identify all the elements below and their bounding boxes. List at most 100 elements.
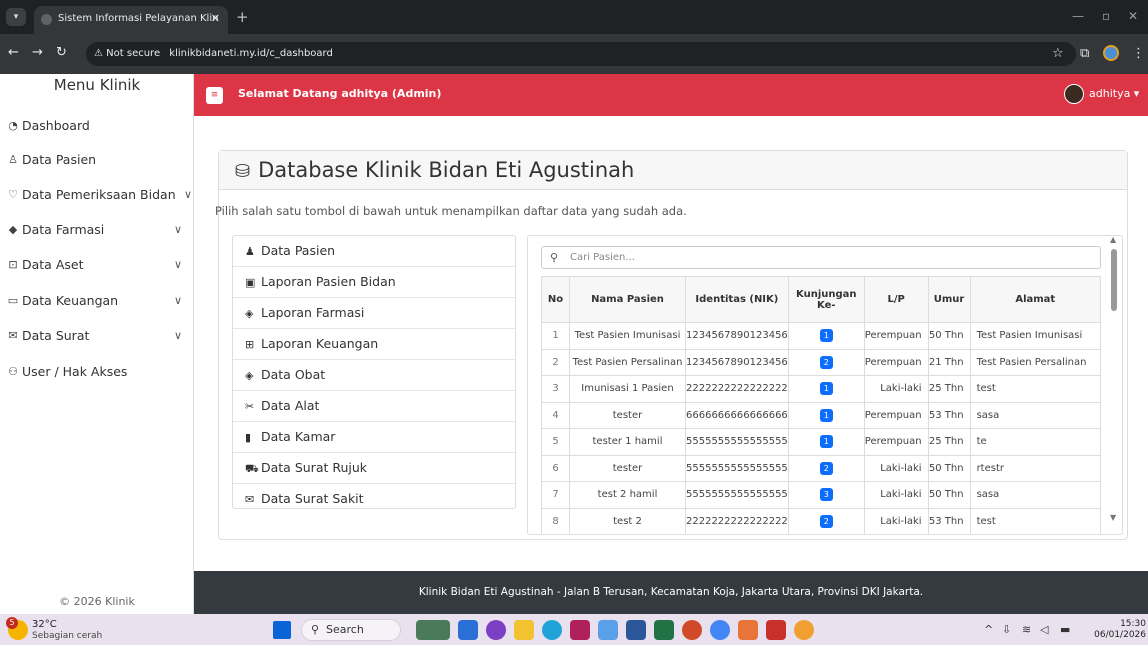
system-clock[interactable]: 15:30 06/01/2026: [1090, 619, 1146, 641]
app-icon[interactable]: [794, 620, 814, 640]
scroll-down-icon[interactable]: ▼: [1110, 513, 1116, 522]
tab-close-icon[interactable]: ✕: [211, 6, 220, 32]
url-bar[interactable]: ⚠ Not secure klinikbidaneti.my.id/c_dash…: [86, 42, 1076, 66]
scroll-up-icon[interactable]: ▲: [1110, 235, 1116, 244]
table-row[interactable]: 5 tester 1 hamil 5555555555555555 1 Perempua…: [541, 428, 1102, 456]
button-data-surat-sakit[interactable]: ✉ Data Surat Sakit: [233, 484, 515, 515]
user-dropdown[interactable]: adhitya ▾: [1089, 87, 1139, 100]
button-data-obat[interactable]: ◈ Data Obat: [233, 360, 515, 391]
taskbar-search[interactable]: ⚲ Search: [301, 619, 401, 641]
table-row[interactable]: 6 tester 5555555555555555 2 Laki-laki 50 Thn r…: [541, 454, 1102, 482]
filezilla-app-icon[interactable]: [766, 620, 786, 640]
button-data-alat[interactable]: ✂ Data Alat: [233, 391, 515, 422]
table-row[interactable]: 7 test 2 hamil 5555555555555555 3 Laki-laki 5…: [541, 481, 1102, 509]
reload-icon[interactable]: ↻: [56, 45, 67, 60]
sidebar-item-data-aset[interactable]: ⊡ Data Aset ∨: [0, 250, 194, 280]
table-row[interactable]: 3 Imunisasi 1 Pasien 2222222222222222 1 Laki…: [541, 375, 1102, 403]
button-data-pasien[interactable]: ♟ Data Pasien: [233, 236, 515, 267]
vscode-app-icon[interactable]: [458, 620, 478, 640]
page-title: ⛁ Database Klinik Bidan Eti Agustinah: [235, 158, 634, 182]
button-laporan-keuangan[interactable]: ⊞ Laporan Keuangan: [233, 329, 515, 360]
sidebar-item-user-hak-akses[interactable]: ⚇ User / Hak Akses: [0, 357, 194, 387]
button-data-kamar[interactable]: ▮ Data Kamar: [233, 422, 515, 453]
copilot-app-icon[interactable]: [486, 620, 506, 640]
column-header[interactable]: No: [541, 276, 570, 323]
table-cell: 2: [541, 348, 570, 376]
clock-date: 06/01/2026: [1094, 630, 1146, 640]
column-header[interactable]: Identitas (NIK): [685, 276, 789, 323]
tray-chevron-up-icon[interactable]: ^: [984, 623, 993, 636]
column-header[interactable]: Kunjungan Ke-: [787, 276, 865, 323]
column-header[interactable]: Nama Pasien: [569, 276, 686, 323]
battery-icon[interactable]: ▬: [1060, 623, 1070, 636]
pill-icon: ◆: [8, 223, 18, 236]
windows-start-icon[interactable]: [273, 621, 291, 639]
table-cell: 3: [541, 375, 570, 403]
store-app-icon[interactable]: [598, 620, 618, 640]
new-tab-icon[interactable]: +: [236, 8, 249, 26]
profile-avatar-icon[interactable]: [1103, 45, 1119, 61]
top-navbar: ≡ Selamat Datang adhitya (Admin) adhitya…: [194, 74, 1148, 116]
browser-tab[interactable]: Sistem Informasi Pelayanan Klin ✕: [34, 6, 228, 34]
app-icon[interactable]: [570, 620, 590, 640]
patient-table-panel: ⚲ Cari Pasien... No Nama Pasien Identita…: [527, 235, 1123, 535]
button-laporan-pasien-bidan[interactable]: ▣ Laporan Pasien Bidan: [233, 267, 515, 298]
wifi-icon[interactable]: ≋: [1022, 623, 1031, 636]
column-header[interactable]: Umur: [927, 276, 971, 323]
table-cell: 50 Thn: [927, 454, 971, 482]
minimize-icon[interactable]: —: [1072, 9, 1084, 23]
table-scrollbar[interactable]: ▲ ▼: [1107, 235, 1119, 525]
hamburger-menu-icon[interactable]: ≡: [206, 87, 223, 104]
table-cell: 6666666666666666: [685, 401, 789, 429]
sidebar-item-data-keuangan[interactable]: ▭ Data Keuangan ∨: [0, 286, 194, 316]
table-row[interactable]: 4 tester 6666666666666666 1 Perempuan 53 Thn s…: [541, 401, 1102, 429]
button-data-surat-rujuk[interactable]: ⛟ Data Surat Rujuk: [233, 453, 515, 484]
volume-icon[interactable]: ◁: [1040, 623, 1048, 636]
sidebar-item-dashboard[interactable]: ◔ Dashboard: [0, 111, 194, 141]
back-icon[interactable]: ←: [8, 45, 19, 60]
table-cell: Laki-laki: [863, 454, 929, 482]
sidebar-item-data-pasien[interactable]: ♙ Data Pasien: [0, 145, 194, 175]
button-label: Data Surat Rujuk: [261, 460, 368, 475]
sidebar-item-data-surat[interactable]: ✉ Data Surat ∨: [0, 321, 194, 351]
table-cell: 21 Thn: [927, 348, 971, 376]
page-footer: Klinik Bidan Eti Agustinah - Jalan B Ter…: [194, 571, 1148, 614]
word-app-icon[interactable]: [626, 620, 646, 640]
column-header[interactable]: Alamat: [969, 276, 1102, 323]
edge-browser-icon[interactable]: [542, 620, 562, 640]
file-explorer-icon[interactable]: [514, 620, 534, 640]
maximize-icon[interactable]: ▫: [1102, 9, 1110, 23]
mail-icon: ✉: [8, 329, 18, 342]
visit-count-cell: 1: [787, 428, 865, 456]
scrollbar-thumb[interactable]: [1111, 249, 1117, 311]
visit-badge: 1: [819, 435, 833, 449]
users-icon: ⚇: [8, 365, 18, 378]
task-view-app-icon[interactable]: [416, 620, 450, 640]
bookmark-star-icon[interactable]: ☆: [1052, 46, 1064, 61]
sidebar-item-data-farmasi[interactable]: ◆ Data Farmasi ∨: [0, 215, 194, 245]
visit-count-cell: 1: [787, 375, 865, 403]
excel-app-icon[interactable]: [654, 620, 674, 640]
forward-icon[interactable]: →: [32, 45, 43, 60]
browser-menu-icon[interactable]: ⋮: [1132, 46, 1145, 61]
search-input[interactable]: ⚲ Cari Pasien...: [541, 246, 1101, 269]
extensions-icon[interactable]: ⧉: [1080, 46, 1089, 61]
table-row[interactable]: 2 Test Pasien Persalinan 1234567890123456 2…: [541, 348, 1102, 376]
window-close-icon[interactable]: ✕: [1128, 9, 1138, 23]
button-laporan-farmasi[interactable]: ◈ Laporan Farmasi: [233, 298, 515, 329]
table-row[interactable]: 1 Test Pasien Imunisasi 1234567890123456 1 P…: [541, 322, 1102, 350]
tray-pen-icon[interactable]: ⇩: [1002, 623, 1011, 636]
avatar[interactable]: [1064, 84, 1084, 104]
sidebar-item-data-pemeriksaan-bidan[interactable]: ♡ Data Pemeriksaan Bidan ∨: [0, 180, 194, 210]
xampp-app-icon[interactable]: [738, 620, 758, 640]
tab-search-chevron-icon[interactable]: ▾: [6, 8, 26, 26]
chrome-app-icon[interactable]: [710, 620, 730, 640]
table-row[interactable]: 8 test 2 2222222222222222 2 Laki-laki 53 Thn t…: [541, 507, 1102, 534]
column-header[interactable]: L/P: [863, 276, 929, 323]
not-secure-warning-icon[interactable]: ⚠ Not secure: [94, 48, 160, 59]
card-header: ⛁ Database Klinik Bidan Eti Agustinah: [219, 151, 1127, 190]
powerpoint-app-icon[interactable]: [682, 620, 702, 640]
card-description: Pilih salah satu tombol di bawah untuk m…: [215, 204, 687, 218]
weather-widget[interactable]: 5 32°C Sebagian cerah: [6, 617, 148, 642]
visit-count-cell: 2: [787, 348, 865, 376]
